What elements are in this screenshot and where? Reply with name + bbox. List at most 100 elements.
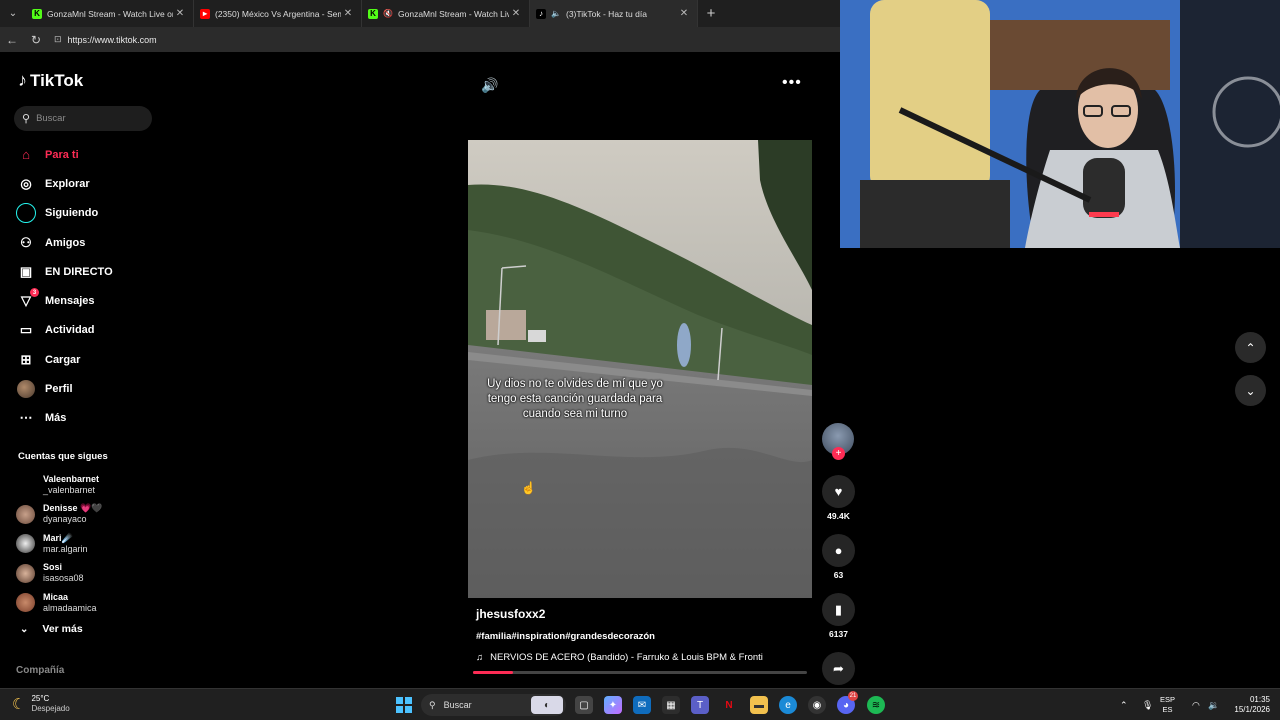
comment-button[interactable]: ●: [822, 534, 855, 567]
account-name: Micaa: [43, 591, 69, 602]
music-note-icon: ♫: [476, 652, 484, 663]
creator-avatar[interactable]: +: [822, 423, 854, 460]
back-button[interactable]: ←: [0, 33, 24, 47]
sidebar-item-more[interactable]: ⋯ Más: [16, 404, 113, 433]
copilot-icon[interactable]: ✦: [604, 696, 622, 714]
save-button[interactable]: ▮: [822, 593, 855, 626]
close-icon[interactable]: ✕: [677, 8, 691, 19]
next-video-button[interactable]: ⌄: [1235, 375, 1266, 406]
live-icon: ▣: [19, 263, 33, 279]
see-more-button[interactable]: ⌄ Ver más: [20, 623, 83, 635]
sidebar-item-label: Perfil: [45, 383, 73, 396]
company-link[interactable]: Compañía: [16, 665, 64, 676]
close-icon[interactable]: ✕: [509, 8, 523, 19]
avatar: [16, 475, 35, 494]
chevron-down-icon: ⌄: [20, 623, 29, 635]
video-music[interactable]: ♫ NERVIOS DE ACERO (Bandido) - Farruko &…: [476, 652, 763, 663]
language-code: ESP: [1160, 695, 1176, 704]
weather-desc: Despejado: [31, 704, 70, 713]
search-highlight-icon[interactable]: ◐: [531, 696, 563, 714]
store-icon[interactable]: ▦: [662, 696, 680, 714]
spotify-icon[interactable]: ≋: [867, 696, 885, 714]
more-options-button[interactable]: •••: [782, 74, 802, 92]
close-icon[interactable]: ✕: [341, 8, 355, 19]
bookmark-icon: ▮: [834, 601, 843, 617]
sidebar-item-upload[interactable]: ⊞ Cargar: [16, 345, 113, 374]
account-name: Denisse 💗🖤: [43, 503, 103, 514]
taskbar: ☾ 25°C Despejado ⚲ Buscar ◐ ▢ ✦ ✉ ▦ T N …: [0, 688, 1280, 720]
share-button[interactable]: ➦: [822, 652, 855, 685]
volume-button[interactable]: 🔊: [481, 77, 498, 94]
sidebar-item-profile[interactable]: Perfil: [16, 374, 113, 403]
followed-account[interactable]: Valeenbarnet _valenbarnet: [16, 470, 102, 500]
followed-account[interactable]: Micaa almadaamica: [16, 588, 102, 618]
tab-title: (3)TikTok - Haz tu día: [566, 8, 647, 19]
video-actions: + ♥ 49.4K ● 63 ▮ 6137 ➦ 2192: [822, 423, 855, 711]
chevron-down-icon: ⌄: [1245, 383, 1256, 398]
new-tab-button[interactable]: +: [698, 5, 724, 22]
hand-cursor-icon: ☝: [521, 481, 536, 495]
browser-tab-4[interactable]: ♪ 🔈 (3)TikTok - Haz tu día ✕: [530, 0, 698, 27]
search-input[interactable]: ⚲ Buscar: [14, 106, 152, 131]
sidebar-item-live[interactable]: ▣ EN DIRECTO: [16, 257, 113, 286]
followed-account[interactable]: Mari☄️ mar.algarin: [16, 529, 102, 559]
edge-icon[interactable]: e: [779, 696, 797, 714]
followed-account[interactable]: Denisse 💗🖤 dyanayaco: [16, 500, 102, 530]
sidebar-item-messages[interactable]: ▽ 3 Mensajes: [16, 286, 113, 315]
account-name: Mari☄️: [43, 532, 73, 543]
file-explorer-icon[interactable]: ▬: [750, 696, 768, 714]
netflix-icon[interactable]: N: [720, 696, 738, 714]
activity-icon: ▭: [19, 322, 33, 338]
muted-speaker-icon[interactable]: 🔇: [383, 9, 393, 19]
following-accounts-title: Cuentas que sigues: [18, 451, 108, 462]
volume-icon[interactable]: 🔉: [1208, 689, 1219, 720]
video-author[interactable]: jhesusfoxx2: [476, 607, 545, 621]
reload-button[interactable]: ↻: [24, 33, 48, 47]
youtube-icon: ▸: [200, 8, 210, 19]
task-view-icon[interactable]: ▢: [575, 696, 593, 714]
video-hashtags[interactable]: #familia#inspiration#grandesdecorazón: [476, 631, 655, 642]
show-hidden-icons-button[interactable]: ⌃: [1120, 689, 1128, 720]
kick-icon: K: [32, 8, 42, 19]
sidebar-item-activity[interactable]: ▭ Actividad: [16, 316, 113, 345]
moon-icon: ☾: [12, 696, 26, 713]
obs-icon[interactable]: ◉: [808, 696, 826, 714]
video-frame: [468, 140, 812, 598]
following-accounts-list: Valeenbarnet _valenbarnet Denisse 💗🖤 dyana…: [16, 470, 102, 618]
account-handle: _valenbarnet: [43, 484, 96, 495]
language-indicator[interactable]: ESP ES: [1160, 695, 1175, 715]
video-player[interactable]: [468, 140, 812, 598]
microphone-icon[interactable]: 🎙: [1142, 689, 1153, 720]
clock[interactable]: 01:35 15/1/2026: [1224, 695, 1270, 715]
sidebar-item-for-you[interactable]: ⌂ Para ti: [16, 140, 113, 169]
outlook-icon[interactable]: ✉: [633, 696, 651, 714]
browser-tab-2[interactable]: ▸ (2350) México Vs Argentina - Semi ✕: [194, 0, 362, 27]
video-progress-bar[interactable]: [473, 671, 807, 674]
followed-account[interactable]: Sosi isasosa08: [16, 559, 102, 589]
sidebar-item-friends[interactable]: ⚇ Amigos: [16, 228, 113, 257]
speaker-icon[interactable]: 🔈: [551, 9, 561, 19]
like-button[interactable]: ♥: [822, 475, 855, 508]
sidebar-item-following[interactable]: Siguiendo: [16, 199, 113, 228]
tab-list-button[interactable]: ⌄: [0, 0, 26, 27]
wifi-icon[interactable]: ◠: [1192, 689, 1200, 720]
search-placeholder: Buscar: [36, 113, 66, 124]
keyboard-layout: ES: [1162, 705, 1173, 714]
tiktok-logo[interactable]: ♪ TikTok: [18, 70, 83, 91]
url-field[interactable]: ⊡ https://www.tiktok.com: [54, 30, 157, 49]
search-icon: ⚲: [429, 699, 436, 710]
site-info-icon[interactable]: ⊡: [54, 34, 62, 45]
close-icon[interactable]: ✕: [173, 8, 187, 19]
sidebar: ♪ TikTok ⚲ Buscar ⌂ Para ti ◎ Explorar S…: [0, 52, 165, 685]
windows-start-button[interactable]: [396, 697, 412, 713]
browser-tab-1[interactable]: K GonzaMnl Stream - Watch Live on ✕: [26, 0, 194, 27]
weather-widget[interactable]: ☾ 25°C Despejado: [12, 694, 70, 714]
sidebar-item-explore[interactable]: ◎ Explorar: [16, 169, 113, 198]
previous-video-button[interactable]: ⌃: [1235, 332, 1266, 363]
see-more-label: Ver más: [42, 623, 83, 635]
browser-tab-3[interactable]: K 🔇 GonzaMnl Stream - Watch Live ✕: [362, 0, 530, 27]
account-name: Valeenbarnet: [43, 473, 100, 484]
teams-icon[interactable]: T: [691, 696, 709, 714]
follow-plus-icon[interactable]: +: [832, 447, 845, 460]
sidebar-item-label: Explorar: [45, 177, 90, 190]
